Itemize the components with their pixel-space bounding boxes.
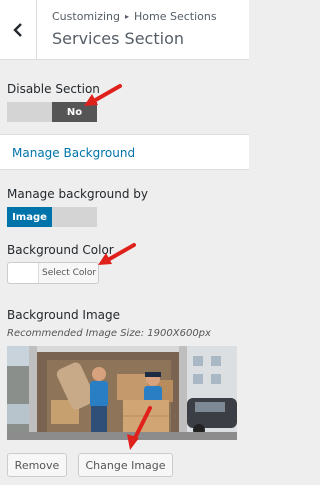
- chevron-left-icon: [13, 22, 22, 37]
- disable-section-label: Disable Section: [7, 82, 100, 96]
- toggle-value: Image: [7, 207, 52, 227]
- manage-background-section[interactable]: Manage Background: [0, 134, 249, 170]
- remove-image-button[interactable]: Remove: [7, 453, 67, 477]
- panel-title: Services Section: [52, 29, 184, 48]
- select-color-button[interactable]: Select Color: [7, 262, 99, 284]
- color-swatch: [8, 263, 39, 283]
- disable-section-toggle[interactable]: No: [7, 102, 97, 122]
- toggle-value: No: [52, 102, 97, 122]
- select-color-label: Select Color: [42, 268, 97, 278]
- manage-background-by-label: Manage background by: [7, 187, 148, 201]
- background-image-preview: [7, 346, 237, 440]
- breadcrumb-section: Home Sections: [134, 10, 217, 23]
- customizer-header: Customizing ▸ Home Sections Services Secti…: [0, 0, 249, 60]
- change-image-button[interactable]: Change Image: [78, 453, 173, 477]
- back-button[interactable]: [0, 0, 37, 59]
- background-image-label: Background Image: [7, 308, 120, 322]
- image-size-hint: Recommended Image Size: 1900X600px: [7, 328, 211, 339]
- manage-background-link[interactable]: Manage Background: [12, 146, 135, 160]
- manage-background-by-toggle[interactable]: Image: [7, 207, 97, 227]
- breadcrumb: Customizing ▸ Home Sections: [52, 10, 217, 23]
- breadcrumb-separator-icon: ▸: [124, 12, 129, 21]
- background-color-label: Background Color: [7, 243, 114, 257]
- breadcrumb-root: Customizing: [52, 10, 120, 23]
